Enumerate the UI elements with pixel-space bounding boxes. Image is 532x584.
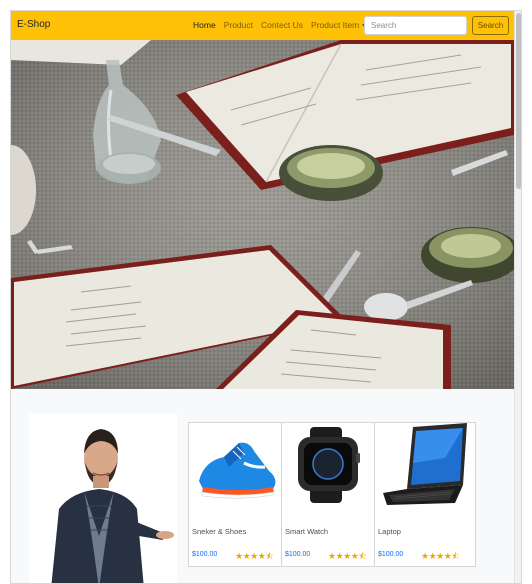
product-grid: Sneker & Shoes $100.00 ★★★★⯪ Smart Watch… bbox=[188, 422, 476, 567]
rating-stars: ★★★★⯪ bbox=[328, 549, 367, 565]
product-title[interactable]: Laptop bbox=[378, 527, 401, 536]
product-card[interactable]: Laptop $100.00 ★★★★⯪ bbox=[375, 423, 468, 566]
promo-model-image bbox=[29, 414, 177, 583]
star-icon: ★ bbox=[250, 551, 258, 561]
smartwatch-image bbox=[282, 423, 374, 521]
star-icon: ★ bbox=[436, 551, 444, 561]
rating-stars: ★★★★⯪ bbox=[235, 549, 274, 565]
half-star-icon: ⯪ bbox=[265, 551, 274, 561]
nav-link-home[interactable]: Home bbox=[193, 20, 216, 30]
product-card[interactable]: Smart Watch $100.00 ★★★★⯪ bbox=[282, 423, 375, 566]
laptop-image bbox=[375, 423, 468, 521]
nav-link-contact[interactable]: Contect Us bbox=[261, 20, 303, 30]
vertical-scrollbar[interactable] bbox=[514, 11, 521, 583]
star-icon: ★ bbox=[343, 551, 351, 561]
nav-dropdown-label: Product Item bbox=[311, 20, 360, 30]
browser-window: E-Shop Home Product Contect Us Product I… bbox=[10, 10, 522, 584]
sneaker-image bbox=[189, 423, 281, 521]
star-icon: ★ bbox=[421, 551, 429, 561]
brand-logo[interactable]: E-Shop bbox=[17, 19, 50, 30]
scrollbar-thumb[interactable] bbox=[516, 13, 521, 189]
rating-stars: ★★★★⯪ bbox=[421, 549, 460, 565]
product-card[interactable]: Sneker & Shoes $100.00 ★★★★⯪ bbox=[189, 423, 282, 566]
search-input[interactable] bbox=[364, 16, 467, 35]
product-price: $100.00 bbox=[192, 551, 218, 558]
nav-link-product[interactable]: Product bbox=[224, 20, 253, 30]
star-icon: ★ bbox=[235, 551, 243, 561]
half-star-icon: ⯪ bbox=[358, 551, 367, 561]
product-title[interactable]: Sneker & Shoes bbox=[192, 527, 246, 536]
search-button[interactable]: Search bbox=[472, 16, 509, 35]
half-star-icon: ⯪ bbox=[451, 551, 460, 561]
nav-links: Home Product Contect Us Product Item bbox=[193, 20, 367, 30]
product-section: Sneker & Shoes $100.00 ★★★★⯪ Smart Watch… bbox=[11, 389, 514, 583]
product-price: $100.00 bbox=[378, 551, 404, 558]
product-price: $100.00 bbox=[285, 551, 311, 558]
star-icon: ★ bbox=[328, 551, 336, 561]
navbar: E-Shop Home Product Contect Us Product I… bbox=[11, 11, 514, 40]
hero-carousel-image[interactable] bbox=[11, 40, 514, 389]
product-title[interactable]: Smart Watch bbox=[285, 527, 328, 536]
nav-dropdown-product-item[interactable]: Product Item bbox=[311, 20, 367, 30]
